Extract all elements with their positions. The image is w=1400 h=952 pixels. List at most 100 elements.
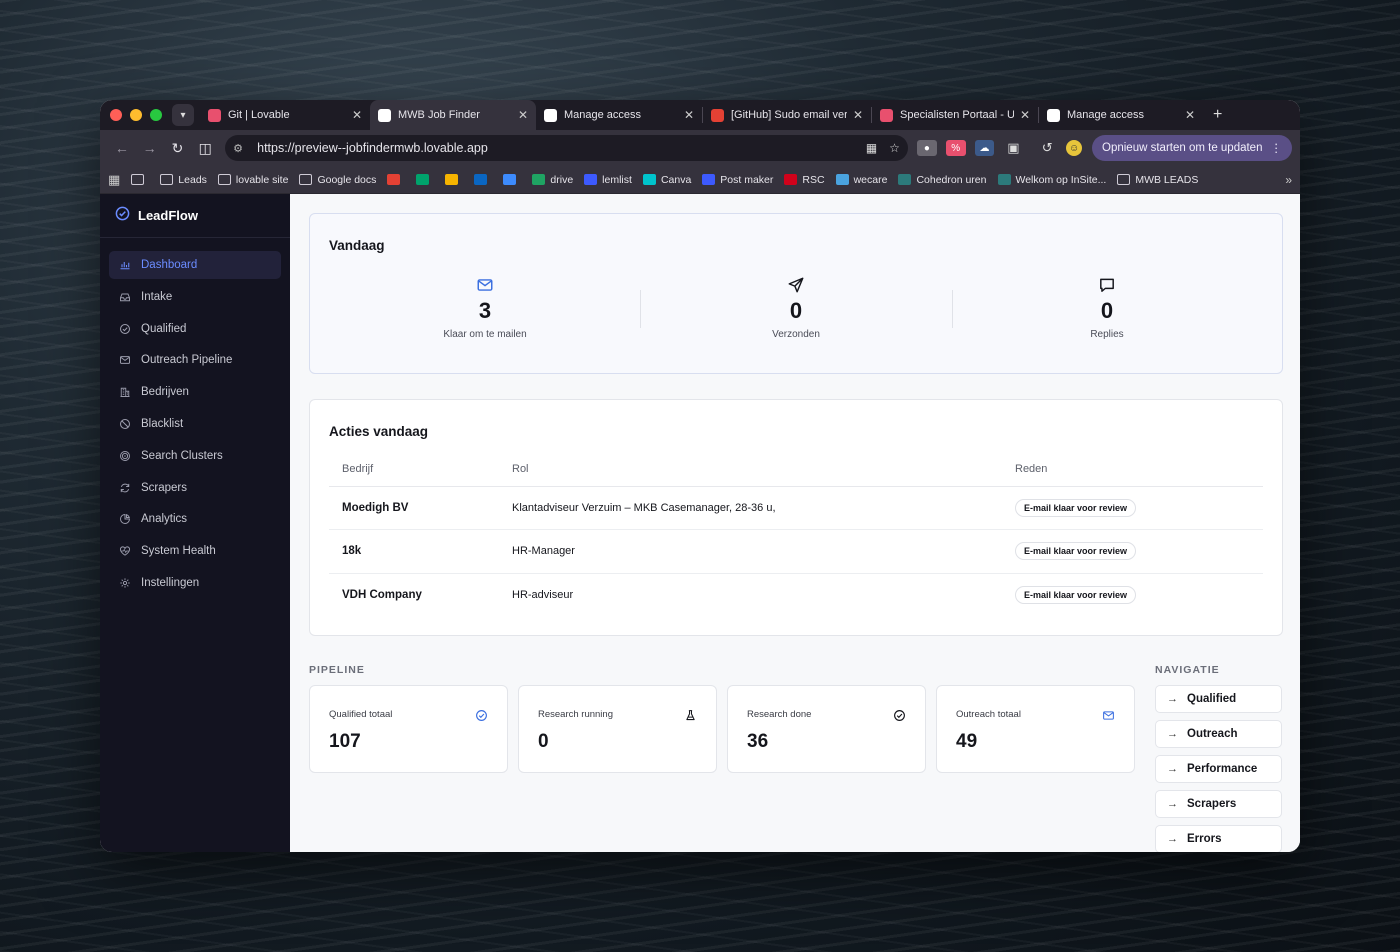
close-tab-icon[interactable]: ✕: [684, 108, 694, 122]
browser-tab[interactable]: [GitHub] Sudo email verif ✕: [703, 100, 871, 130]
sidebar-item-instellingen[interactable]: Instellingen: [109, 569, 281, 597]
bookmark-leads[interactable]: Leads: [160, 174, 207, 186]
close-tab-icon[interactable]: ✕: [518, 108, 528, 122]
close-tab-icon[interactable]: ✕: [352, 108, 362, 122]
sidebar-item-dashboard[interactable]: Dashboard: [109, 251, 281, 279]
url-text[interactable]: https://preview--jobfindermwb.lovable.ap…: [257, 141, 854, 155]
close-tab-icon[interactable]: ✕: [1185, 108, 1195, 122]
sidebar-item-qualified[interactable]: Qualified: [109, 315, 281, 343]
translate-icon[interactable]: ▦: [866, 141, 877, 155]
tab-search-button[interactable]: ▾: [172, 104, 194, 126]
sidebar-item-label: System Health: [141, 545, 216, 558]
bookmark-label: Google docs: [317, 173, 377, 186]
cohedron-icon: [898, 174, 912, 185]
bookmark-meet[interactable]: [416, 174, 434, 185]
bookmark-mail[interactable]: [503, 174, 521, 185]
nav-link-errors[interactable]: → Errors: [1155, 825, 1282, 852]
bookmark-folder[interactable]: [131, 174, 149, 185]
browser-tab[interactable]: MWB Job Finder ✕: [370, 100, 536, 130]
close-tab-icon[interactable]: ✕: [853, 108, 863, 122]
bookmark-star-icon[interactable]: ☆: [889, 141, 900, 155]
actions-table: Bedrijf Rol Reden Moedigh BV Klantadviseu…: [329, 452, 1263, 617]
nav-link-outreach[interactable]: → Outreach: [1155, 720, 1282, 748]
update-browser-button[interactable]: Opnieuw starten om te updaten ⋮: [1092, 135, 1292, 161]
sidebar-item-search-clusters[interactable]: Search Clusters: [109, 442, 281, 470]
extension-icon[interactable]: %: [945, 140, 966, 156]
bookmark-canva[interactable]: Canva: [642, 174, 691, 186]
pipeline-card-research-running[interactable]: Research running 0: [518, 685, 717, 773]
arrow-right-icon: →: [1167, 763, 1178, 775]
bookmark-cohedron-uren[interactable]: Cohedron uren: [898, 174, 987, 186]
bookmark-lemlist[interactable]: lemlist: [584, 174, 632, 186]
status-badge: E-mail klaar voor review: [1015, 586, 1137, 604]
browser-tab[interactable]: Specialisten Portaal - Ure ✕: [872, 100, 1038, 130]
bookmark-rsc[interactable]: RSC: [784, 173, 825, 186]
mail-icon: [119, 354, 131, 366]
sidebar-item-blacklist[interactable]: Blacklist: [109, 410, 281, 438]
close-tab-icon[interactable]: ✕: [1020, 108, 1030, 122]
check-circle-icon: [119, 323, 131, 335]
bookmark-drive[interactable]: drive: [532, 174, 573, 186]
bookmark-video[interactable]: [445, 174, 463, 185]
table-row[interactable]: Moedigh BV Klantadviseur Verzuim – MKB Ca…: [329, 486, 1263, 530]
camera-extension-icon[interactable]: ●: [916, 140, 937, 156]
brand[interactable]: LeadFlow: [100, 194, 290, 238]
stat-klaar-om-te-mailen: 3 Klaar om te mailen: [329, 276, 641, 340]
sidebar-item-intake[interactable]: Intake: [109, 283, 281, 311]
more-bookmarks-icon[interactable]: »: [1285, 173, 1292, 187]
bookmark-google-docs[interactable]: Google docs: [299, 174, 376, 186]
meet-icon: [416, 174, 430, 185]
nav-link-performance[interactable]: → Performance: [1155, 755, 1282, 783]
more-menu-icon: ⋮: [1270, 143, 1282, 155]
history-icon[interactable]: ↺: [1037, 140, 1057, 156]
bookmark-label: RSC: [802, 173, 825, 186]
apps-icon[interactable]: ▦: [108, 172, 120, 188]
tab-strip: ▾ Git | Lovable ✕ MWB Job Finder ✕ Manage ac…: [100, 100, 1300, 130]
pipeline-card-outreach-totaal[interactable]: Outreach totaal 49: [936, 685, 1135, 773]
site-info-icon[interactable]: ⚙: [233, 142, 251, 155]
bookmark-mwb-leads[interactable]: MWB LEADS: [1117, 174, 1198, 186]
nav-link-qualified[interactable]: → Qualified: [1155, 685, 1282, 713]
pie-icon: [119, 513, 131, 525]
pipeline-card-research-done[interactable]: Research done 36: [727, 685, 926, 773]
minimize-window-button[interactable]: [130, 109, 142, 121]
bookmark-wecare[interactable]: wecare: [835, 174, 887, 186]
profile-avatar[interactable]: ☺: [1066, 140, 1083, 156]
bookmark-label: Leads: [178, 173, 207, 186]
browser-tab[interactable]: Manage access ✕: [1039, 100, 1203, 130]
split-view-button[interactable]: ◫: [191, 140, 219, 157]
nav-link-scrapers[interactable]: → Scrapers: [1155, 790, 1282, 818]
canva-icon: [642, 174, 656, 185]
heart-icon: [119, 545, 131, 557]
back-button[interactable]: ←: [108, 140, 136, 156]
table-row[interactable]: VDH Company HR-adviseur E-mail klaar voor …: [329, 573, 1263, 617]
address-bar[interactable]: ⚙ https://preview--jobfindermwb.lovable.…: [225, 135, 908, 161]
cell-reden: E-mail klaar voor review: [1002, 486, 1263, 530]
bookmark-linkedin[interactable]: [474, 174, 492, 185]
check-circle-icon: [475, 709, 488, 727]
bookmark-lovable-site[interactable]: lovable site: [217, 174, 288, 186]
browser-tab[interactable]: Git | Lovable ✕: [200, 100, 370, 130]
forward-button[interactable]: →: [136, 140, 164, 156]
column-header-bedrijf: Bedrijf: [329, 452, 499, 487]
reload-button[interactable]: ↻: [164, 140, 192, 157]
pipeline-card-qualified-totaal[interactable]: Qualified totaal 107: [309, 685, 508, 773]
maximize-window-button[interactable]: [150, 109, 162, 121]
bookmark-list: Leads lovable site Google docs drive lemlist…: [131, 174, 1209, 186]
tab-title: [GitHub] Sudo email verif: [731, 109, 847, 121]
close-window-button[interactable]: [110, 109, 122, 121]
sidebar-item-system-health[interactable]: System Health: [109, 537, 281, 565]
table-row[interactable]: 18k HR-Manager E-mail klaar voor review: [329, 529, 1263, 574]
bookmark-gmail[interactable]: [387, 174, 405, 185]
sidebar-item-analytics[interactable]: Analytics: [109, 505, 281, 533]
new-tab-button[interactable]: +: [1203, 106, 1232, 124]
sidebar-item-bedrijven[interactable]: Bedrijven: [109, 378, 281, 406]
li-icon: [702, 174, 716, 185]
browser-tab[interactable]: Manage access ✕: [536, 100, 702, 130]
cloud-extension-icon[interactable]: ☁: [974, 140, 995, 156]
sidebar-item-scrapers[interactable]: Scrapers: [109, 474, 281, 502]
puzzle-extensions-icon[interactable]: ▣: [1003, 140, 1023, 156]
sidebar-item-outreach-pipeline[interactable]: Outreach Pipeline: [109, 346, 281, 374]
bookmark-welkom-op-insite[interactable]: Welkom op InSite...: [997, 174, 1106, 186]
bookmark-post-maker[interactable]: Post maker: [702, 174, 773, 186]
